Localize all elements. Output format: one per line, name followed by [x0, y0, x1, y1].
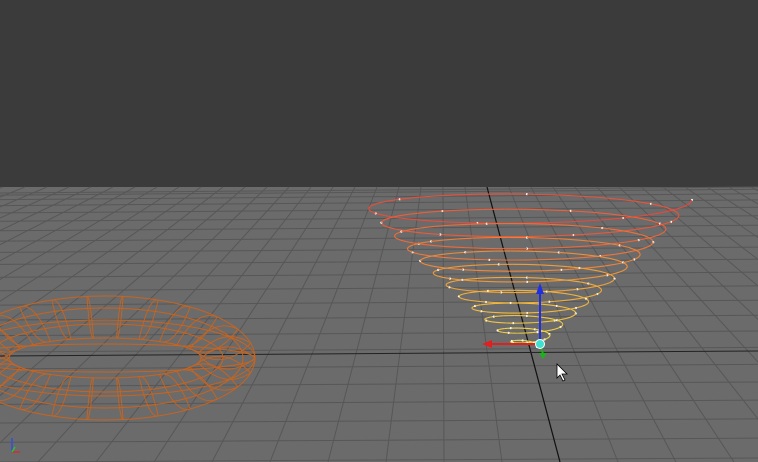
spiral-segment [526, 237, 546, 239]
spiral-segment [483, 303, 490, 306]
spiral-segment [535, 303, 543, 305]
spiral-segment [474, 304, 479, 307]
spiral-segment [548, 335, 551, 338]
spiral-segment [541, 264, 555, 267]
spiral-segment [486, 311, 494, 313]
spiral-segment [465, 251, 480, 253]
spiral-segment [548, 333, 551, 336]
spiral-segment [547, 336, 550, 339]
spiral-segment [526, 223, 548, 225]
spiral-segment [477, 300, 486, 303]
gizmo-center-handle[interactable] [535, 339, 545, 349]
viewport-canvas[interactable] [0, 0, 758, 462]
spiral-segment [484, 318, 486, 320]
spiral-segment [491, 321, 497, 323]
spiral-segment [472, 290, 481, 293]
spiral-segment [476, 309, 482, 312]
spiral-segment [453, 221, 478, 224]
spiral-segment [526, 193, 552, 196]
spiral-segment [480, 277, 492, 279]
spiral-segment [465, 247, 486, 249]
spiral-segment [561, 322, 564, 324]
spiral-segment [546, 337, 549, 340]
spiral-segment [479, 290, 489, 293]
spiral-segment [545, 310, 555, 313]
spiral-segment [471, 306, 474, 309]
spiral-segment [544, 269, 562, 272]
spiral-segment [461, 208, 483, 211]
spiral-segment [526, 208, 550, 211]
spiral-segment [542, 280, 558, 282]
spiral-segment [544, 316, 550, 319]
spiral-segment [473, 237, 491, 239]
spiral-segment [456, 193, 479, 196]
spiral-segment [533, 315, 539, 318]
spiral-segment [526, 235, 551, 238]
spiral-segment [485, 317, 488, 319]
spiral-segment [541, 320, 549, 323]
spiral-segment [472, 264, 486, 266]
spiral-segment [484, 319, 487, 322]
spiral-segment [471, 258, 490, 261]
spiral-segment [526, 222, 553, 224]
spiral-segment [561, 324, 564, 327]
spiral-segment [534, 328, 539, 331]
spiral-segment [541, 330, 545, 332]
spiral-segment [600, 288, 603, 291]
spiral-segment [470, 280, 484, 282]
spiral-segment [539, 277, 551, 280]
spiral-segment [487, 316, 491, 319]
spiral-segment [544, 330, 547, 333]
spiral-segment [470, 277, 481, 280]
spiral-segment [467, 223, 487, 225]
spiral-segment [488, 320, 492, 323]
spiral-segment [477, 269, 494, 272]
spiral-segment [530, 341, 533, 343]
3d-viewport[interactable] [0, 0, 758, 462]
spiral-segment [478, 303, 484, 306]
spiral-segment [542, 303, 551, 306]
spiral-segment [459, 235, 482, 237]
spiral-segment [574, 313, 577, 316]
